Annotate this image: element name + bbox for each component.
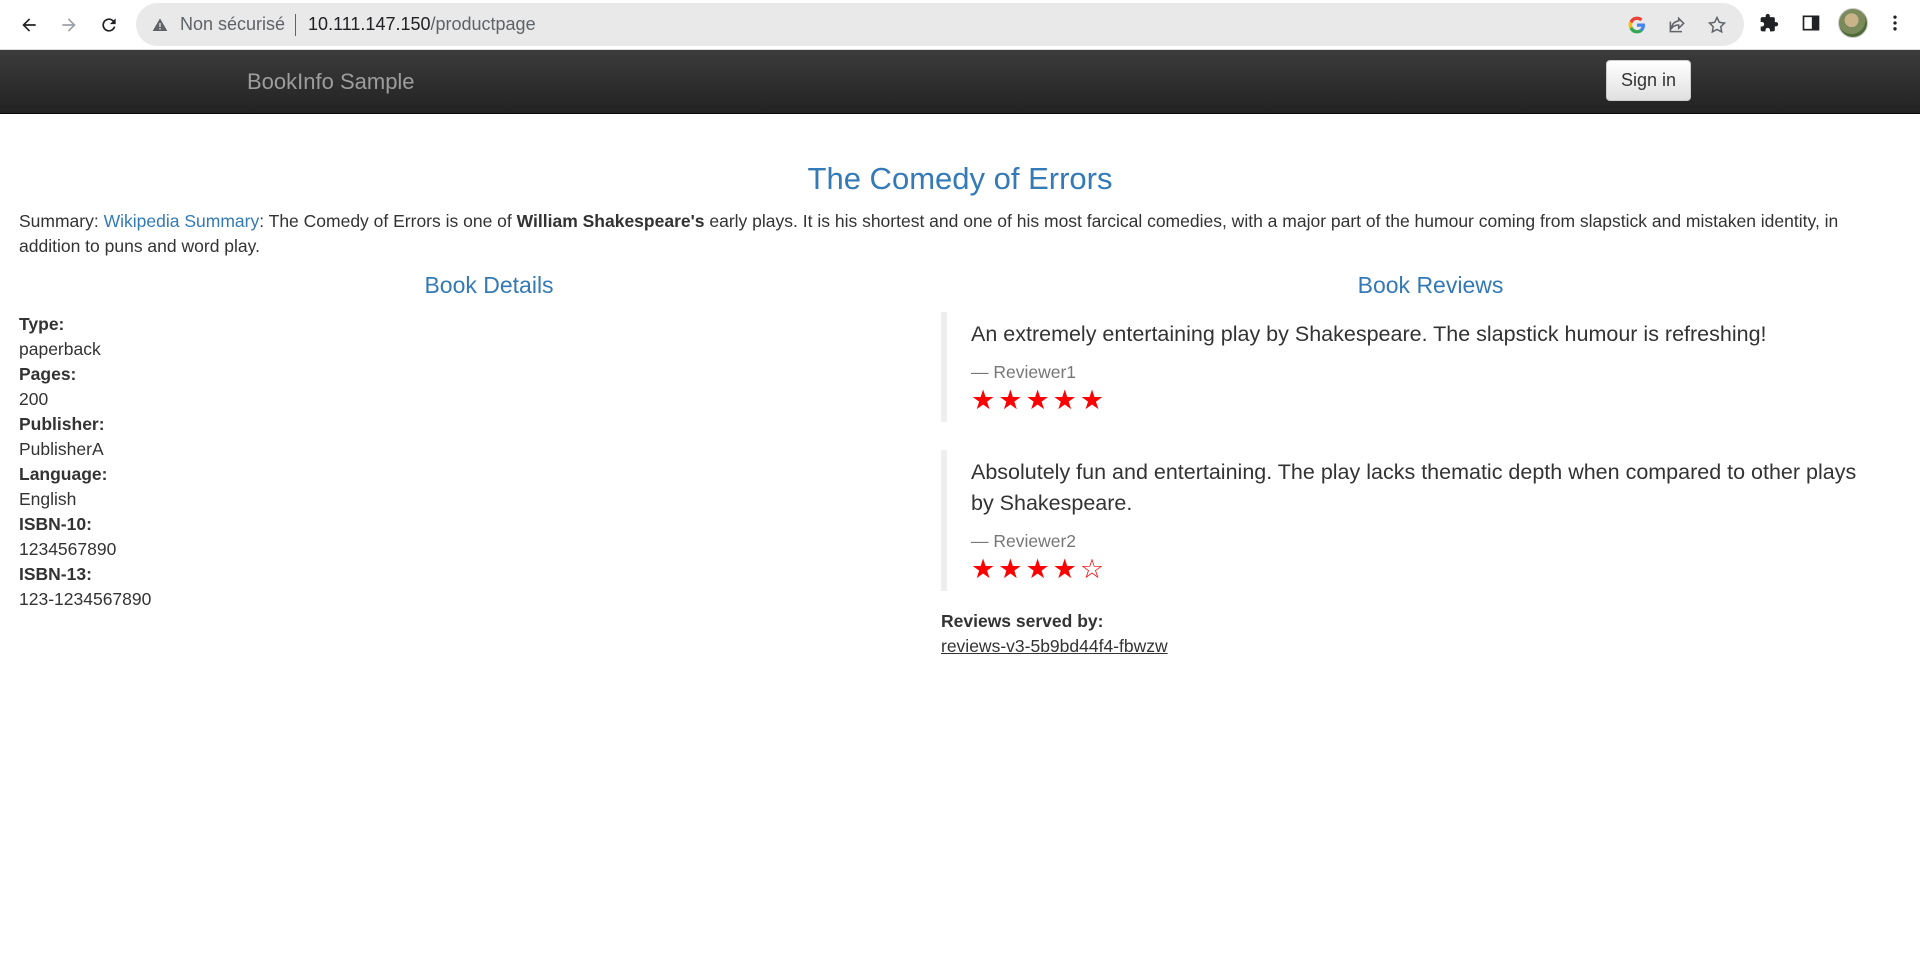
served-by-link[interactable]: reviews-v3-5b9bd44f4-fbwzw <box>941 634 1168 659</box>
detail-label-publisher: Publisher: <box>19 414 105 434</box>
star-filled-icon: ★ <box>1079 385 1105 415</box>
reload-icon <box>102 17 116 32</box>
reload-button[interactable] <box>92 8 126 42</box>
url-host: 10.111.147.150 <box>308 14 431 34</box>
detail-value-pages: 200 <box>19 389 49 409</box>
detail-value-publisher: PublisherA <box>19 439 104 459</box>
served-by-label: Reviews served by: <box>941 611 1104 631</box>
address-bar[interactable]: Non sécurisé 10.111.147.150/productpage <box>136 3 1744 46</box>
bookmark-star-icon[interactable] <box>1704 12 1730 38</box>
star-rating: ★ ★ ★ ★ ★ <box>971 386 1881 414</box>
brand-link[interactable]: BookInfo Sample <box>247 69 415 95</box>
review-item: Absolutely fun and entertaining. The pla… <box>941 450 1901 591</box>
url-path: /productpage <box>430 14 536 34</box>
detail-value-language: English <box>19 489 77 509</box>
reviews-served-by: Reviews served by: reviews-v3-5b9bd44f4-… <box>941 609 1901 659</box>
kebab-menu-icon[interactable] <box>1880 8 1910 38</box>
star-filled-icon: ★ <box>1025 385 1050 415</box>
review-text: An extremely entertaining play by Shakes… <box>971 322 1767 346</box>
summary-text-1: : The Comedy of Errors is one of <box>259 211 517 231</box>
book-reviews-column: Book Reviews An extremely entertaining p… <box>941 270 1901 659</box>
star-filled-icon: ★ <box>998 385 1023 415</box>
detail-value-isbn10: 1234567890 <box>19 539 117 559</box>
arrow-right-icon <box>62 17 76 32</box>
book-summary: Summary: Wikipedia Summary: The Comedy o… <box>19 209 1901 259</box>
star-filled-icon: ★ <box>1025 554 1050 584</box>
reviewer-name: — Reviewer1 <box>971 362 1077 382</box>
book-details-heading: Book Details <box>424 272 554 298</box>
detail-label-isbn10: ISBN-10: <box>19 514 92 534</box>
detail-value-isbn13: 123-1234567890 <box>19 589 152 609</box>
arrow-left-icon <box>22 17 36 32</box>
profile-avatar[interactable] <box>1838 8 1868 38</box>
summary-bold: William Shakespeare's <box>516 211 705 231</box>
book-details-column: Book Details Type: paperback Pages: 200 … <box>19 270 960 659</box>
star-empty-icon: ☆ <box>1079 554 1105 584</box>
review-text: Absolutely fun and entertaining. The pla… <box>971 460 1857 515</box>
detail-label-isbn13: ISBN-13: <box>19 564 92 584</box>
star-filled-icon: ★ <box>998 554 1023 584</box>
star-filled-icon: ★ <box>1052 385 1077 415</box>
star-filled-icon: ★ <box>1052 554 1077 584</box>
detail-value-type: paperback <box>19 339 101 359</box>
detail-label-pages: Pages: <box>19 364 77 384</box>
book-reviews-heading: Book Reviews <box>1357 272 1504 298</box>
url-text[interactable]: 10.111.147.150/productpage <box>308 14 536 35</box>
side-panel-icon[interactable] <box>1796 8 1826 38</box>
review-item: An extremely entertaining play by Shakes… <box>941 312 1901 422</box>
star-filled-icon: ★ <box>971 554 996 584</box>
app-navbar: BookInfo Sample Sign in <box>0 50 1920 114</box>
reviewer-name: — Reviewer2 <box>971 531 1077 551</box>
star-rating: ★ ★ ★ ★ ☆ <box>971 555 1881 583</box>
book-details-list: Type: paperback Pages: 200 Publisher: Pu… <box>19 312 960 612</box>
detail-label-language: Language: <box>19 464 108 484</box>
security-label[interactable]: Non sécurisé <box>180 14 285 35</box>
signin-button[interactable]: Sign in <box>1606 60 1691 101</box>
omnibox-separator <box>295 13 297 36</box>
main-content: The Comedy of Errors Summary: Wikipedia … <box>0 161 1920 659</box>
detail-label-type: Type: <box>19 314 65 334</box>
browser-toolbar: Non sécurisé 10.111.147.150/productpage <box>0 0 1920 50</box>
star-filled-icon: ★ <box>971 385 996 415</box>
google-lens-icon[interactable] <box>1624 12 1650 38</box>
warning-icon <box>152 16 170 34</box>
share-icon[interactable] <box>1664 12 1690 38</box>
content-columns: Book Details Type: paperback Pages: 200 … <box>19 270 1901 659</box>
extensions-icon[interactable] <box>1754 8 1784 38</box>
back-button[interactable] <box>12 8 46 42</box>
book-title: The Comedy of Errors <box>807 161 1113 196</box>
wikipedia-summary-link[interactable]: Wikipedia Summary <box>104 211 260 231</box>
forward-button[interactable] <box>52 8 86 42</box>
summary-prefix: Summary: <box>19 211 104 231</box>
